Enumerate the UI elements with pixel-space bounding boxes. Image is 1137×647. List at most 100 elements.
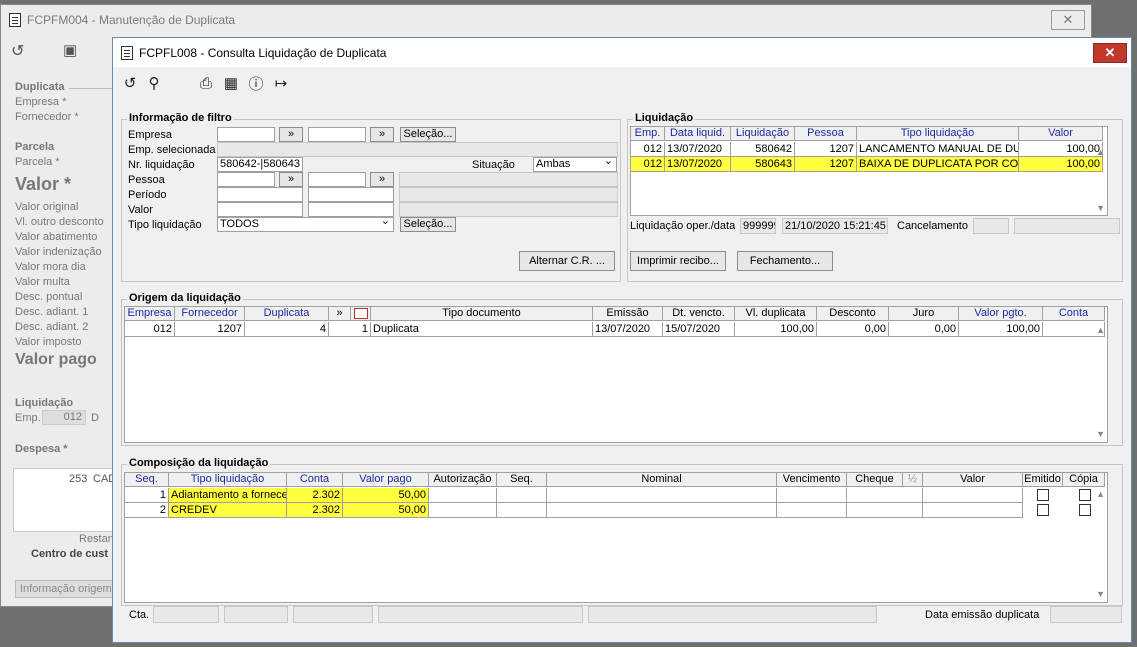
col-valor-pago[interactable]: Valor pago bbox=[343, 473, 429, 487]
col-valor[interactable]: Valor bbox=[923, 473, 1023, 487]
cell: 4 bbox=[245, 322, 329, 337]
empresa-input-to[interactable] bbox=[308, 127, 366, 142]
col-autorizacao[interactable]: Autorização bbox=[429, 473, 497, 487]
cell bbox=[429, 503, 497, 518]
back-close-icon[interactable]: ✕ bbox=[1051, 10, 1085, 30]
periodo-input-to[interactable] bbox=[308, 187, 394, 202]
empresa-input-from[interactable] bbox=[217, 127, 275, 142]
col-valor[interactable]: Valor bbox=[1019, 127, 1103, 141]
data-field: 21/10/2020 15:21:45 bbox=[782, 218, 888, 234]
calendar-icon[interactable]: ▦ bbox=[220, 72, 242, 94]
col-seq-2[interactable]: Seq. bbox=[497, 473, 547, 487]
back-window-titlebar: FCPFM004 - Manutenção de Duplicata bbox=[1, 5, 1091, 35]
cell: BAIXA DE DUPLICATA POR CONT bbox=[857, 157, 1019, 172]
col-vl-duplicata[interactable]: Vl. duplicata bbox=[735, 307, 817, 321]
col-cheque[interactable]: Cheque bbox=[847, 473, 903, 487]
col-conta[interactable]: Conta bbox=[1043, 307, 1105, 321]
empresa-range-button[interactable]: » bbox=[279, 127, 303, 142]
cta-field-1 bbox=[153, 606, 219, 623]
col-conta[interactable]: Conta bbox=[287, 473, 343, 487]
tipo-liquidacao-selecao-button[interactable]: Seleção... bbox=[400, 217, 456, 232]
col-emitido[interactable]: Emitido bbox=[1023, 473, 1063, 487]
col-expand[interactable]: » bbox=[329, 307, 351, 321]
cell: 2.302 bbox=[287, 503, 343, 518]
copia-checkbox[interactable] bbox=[1079, 504, 1091, 516]
scroll-down-icon[interactable]: ▼ bbox=[1096, 589, 1105, 599]
scroll-up-icon[interactable]: ▲ bbox=[1096, 147, 1105, 157]
cell: 50,00 bbox=[343, 503, 429, 518]
scroll-down-icon[interactable]: ▼ bbox=[1096, 429, 1105, 439]
undo-icon[interactable]: ↺ bbox=[11, 41, 24, 61]
col-tipo-liquidacao[interactable]: Tipo liquidação bbox=[169, 473, 287, 487]
nr-liquidacao-input[interactable]: 580642-|580643 bbox=[217, 157, 303, 172]
scroll-up-icon[interactable]: ▲ bbox=[1096, 489, 1105, 499]
scroll-down-icon[interactable]: ▼ bbox=[1096, 203, 1105, 213]
col-juro[interactable]: Juro bbox=[889, 307, 959, 321]
cancelamento-field-1 bbox=[973, 218, 1009, 234]
copia-checkbox[interactable] bbox=[1079, 489, 1091, 501]
pessoa-range-button-2[interactable]: » bbox=[370, 172, 394, 187]
exit-icon[interactable]: ↦ bbox=[270, 72, 292, 94]
cell: 13/07/2020 bbox=[665, 157, 731, 172]
col-emissao[interactable]: Emissão bbox=[593, 307, 663, 321]
pessoa-input-to[interactable] bbox=[308, 172, 366, 187]
situacao-label: Situação bbox=[472, 159, 515, 171]
cell: 1 bbox=[329, 322, 371, 337]
col-nominal[interactable]: Nominal bbox=[547, 473, 777, 487]
scroll-up-icon[interactable]: ▲ bbox=[1096, 325, 1105, 335]
imprimir-recibo-button[interactable]: Imprimir recibo... bbox=[630, 251, 726, 271]
close-icon[interactable]: ✕ bbox=[1093, 43, 1127, 63]
col-copia[interactable]: Cópia bbox=[1063, 473, 1105, 487]
filtro-title: Informação de filtro bbox=[127, 112, 234, 124]
col-empresa[interactable]: Empresa bbox=[125, 307, 175, 321]
periodo-input-from[interactable] bbox=[217, 187, 303, 202]
cell bbox=[923, 503, 1023, 518]
col-desconto[interactable]: Desconto bbox=[817, 307, 889, 321]
alternar-cr-button[interactable]: Alternar C.R. ... bbox=[519, 251, 615, 271]
cell: 100,00 bbox=[1019, 157, 1103, 172]
pessoa-range-button[interactable]: » bbox=[279, 172, 303, 187]
help-icon[interactable]: ⓘ bbox=[245, 72, 267, 94]
col-fornecedor[interactable]: Fornecedor bbox=[175, 307, 245, 321]
pessoa-input-from[interactable] bbox=[217, 172, 275, 187]
col-valor-pgto[interactable]: Valor pgto. bbox=[959, 307, 1043, 321]
valor-input-from[interactable] bbox=[217, 202, 303, 217]
col-liquidacao[interactable]: Liquidação bbox=[731, 127, 795, 141]
col-vencimento[interactable]: Vencimento bbox=[777, 473, 847, 487]
emp-selecionada-field bbox=[217, 142, 618, 157]
print-icon[interactable]: ⎙ bbox=[195, 72, 217, 94]
refresh-icon[interactable]: ↺ bbox=[119, 72, 141, 94]
tipo-liquidacao-select[interactable]: TODOS bbox=[217, 215, 394, 232]
origem-group: Origem da liquidação Empresa Fornecedor … bbox=[121, 292, 1123, 446]
col-seq[interactable]: Seq. bbox=[125, 473, 169, 487]
pessoa-desc-field bbox=[399, 172, 618, 187]
fechamento-button[interactable]: Fechamento... bbox=[737, 251, 833, 271]
col-emp[interactable]: Emp. bbox=[631, 127, 665, 141]
liquidacao-title: Liquidação bbox=[633, 112, 696, 124]
col-duplicata[interactable]: Duplicata bbox=[245, 307, 329, 321]
col-parcela-icon[interactable] bbox=[351, 307, 371, 321]
search-icon[interactable]: ⚲ bbox=[143, 72, 165, 94]
save-icon[interactable]: ▣ bbox=[63, 41, 77, 59]
emitido-checkbox[interactable] bbox=[1037, 489, 1049, 501]
emitido-checkbox[interactable] bbox=[1037, 504, 1049, 516]
col-half[interactable]: ½ bbox=[903, 473, 923, 487]
cell: 100,00 bbox=[959, 322, 1043, 337]
empresa-selecao-button[interactable]: Seleção... bbox=[400, 127, 456, 142]
col-tipo-liquidacao[interactable]: Tipo liquidação bbox=[857, 127, 1019, 141]
empresa-range-button-2[interactable]: » bbox=[370, 127, 394, 142]
info-origem-button[interactable]: Informação origem bbox=[15, 580, 115, 598]
col-pessoa[interactable]: Pessoa bbox=[795, 127, 857, 141]
filtro-group: Informação de filtro Empresa » » Seleção… bbox=[121, 112, 621, 282]
cell: 012 bbox=[631, 157, 665, 172]
periodo-desc-field bbox=[399, 187, 618, 202]
calendar-red-icon bbox=[353, 308, 368, 319]
col-dt-vencto[interactable]: Dt. vencto. bbox=[663, 307, 735, 321]
situacao-select[interactable]: Ambas bbox=[533, 155, 617, 172]
cell bbox=[547, 503, 777, 518]
col-data-liquid[interactable]: Data liquid. bbox=[665, 127, 731, 141]
col-tipo-documento[interactable]: Tipo documento bbox=[371, 307, 593, 321]
centro-custo-label: Centro de cust bbox=[31, 548, 109, 560]
duplicata-label: Duplicata bbox=[15, 81, 65, 93]
cell: 2.302 bbox=[287, 488, 343, 503]
